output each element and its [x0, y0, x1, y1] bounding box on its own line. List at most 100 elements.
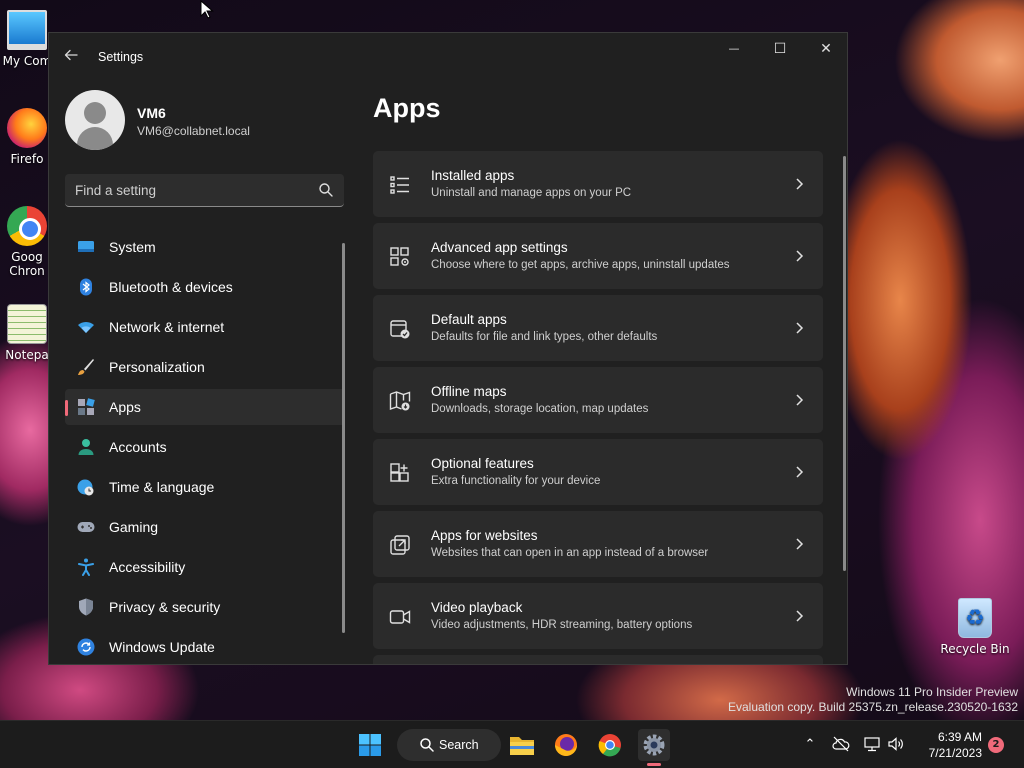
card-advanced-app-settings[interactable]: Advanced app settings Choose where to ge… [373, 223, 823, 289]
taskbar-clock[interactable]: 6:39 AM 7/21/2023 [918, 729, 982, 761]
show-hidden-icons-chevron-up-icon[interactable]: ⌃ [800, 735, 820, 755]
apps-gear-icon [390, 247, 409, 266]
brush-icon [78, 359, 94, 375]
card-description: Video adjustments, HDR streaming, batter… [431, 619, 693, 631]
sidebar-item-label: Time & language [109, 479, 215, 495]
search-icon[interactable] [318, 182, 334, 198]
card-default-apps[interactable]: Default apps Defaults for file and link … [373, 295, 823, 361]
video-icon [389, 610, 411, 624]
sidebar-item-gaming[interactable]: Gaming [65, 509, 345, 545]
watermark-line1: Windows 11 Pro Insider Preview [846, 685, 1018, 699]
clock-time: 6:39 AM [937, 730, 982, 744]
card-video-playback[interactable]: Video playback Video adjustments, HDR st… [373, 583, 823, 649]
page-title: Apps [373, 93, 441, 123]
card-title: Offline maps [431, 384, 507, 399]
sidebar-item-label: Privacy & security [109, 599, 221, 615]
taskbar: Search ⌃ 6:39 AM 7/21/2023 2 [0, 720, 1024, 768]
recycle-bin-icon: ♻ [958, 598, 992, 638]
sidebar-item-label: Apps [109, 399, 141, 415]
title-bar[interactable]: Settings — ☐ ✕ [49, 33, 847, 81]
folder-icon [510, 737, 534, 755]
card-optional-features[interactable]: Optional features Extra functionality fo… [373, 439, 823, 505]
chevron-right-icon [796, 178, 804, 190]
clock-date: 7/21/2023 [928, 746, 982, 760]
update-icon [77, 638, 95, 656]
firefox-icon [7, 108, 47, 148]
chevron-right-icon [796, 466, 804, 478]
sidebar-scrollbar[interactable] [342, 243, 345, 633]
search-input[interactable] [75, 180, 305, 200]
taskbar-settings[interactable] [638, 729, 670, 766]
firefox-icon [555, 734, 577, 756]
sidebar-item-label: Windows Update [109, 639, 215, 655]
minimize-button[interactable]: — [711, 33, 757, 65]
windows-start-icon[interactable] [358, 733, 382, 757]
list-icon [390, 176, 409, 194]
map-icon [389, 391, 411, 411]
back-button[interactable] [61, 47, 81, 67]
card-description: Websites that can open in an app instead… [431, 547, 709, 559]
card-title: Installed apps [431, 168, 515, 183]
notification-badge[interactable]: 2 [988, 737, 1004, 753]
avatar[interactable] [65, 90, 125, 150]
taskbar-search-button[interactable]: Search [397, 729, 501, 761]
chrome-icon [7, 206, 47, 246]
card-title: Video playback [431, 600, 523, 615]
settings-card-list: Installed apps Uninstall and manage apps… [373, 151, 823, 664]
sidebar-item-personalization[interactable]: Personalization [65, 349, 345, 385]
accessibility-icon [78, 558, 94, 576]
watermark-line2: Evaluation copy. Build 25375.zn_release.… [728, 700, 1018, 714]
wifi-icon [78, 321, 94, 333]
volume-icon[interactable] [886, 735, 906, 755]
desktop-icon-recycle-bin[interactable]: ♻ Recycle Bin [940, 598, 1010, 656]
search-box[interactable] [65, 174, 344, 207]
chevron-right-icon [796, 394, 804, 406]
default-apps-icon [390, 320, 410, 339]
chrome-icon [598, 734, 621, 757]
card-partial[interactable] [373, 655, 823, 664]
sidebar-item-privacy-security[interactable]: Privacy & security [65, 589, 345, 625]
sidebar-item-accounts[interactable]: Accounts [65, 429, 345, 465]
windows-watermark: Windows 11 Pro Insider Preview Evaluatio… [728, 685, 1018, 715]
sidebar-item-bluetooth[interactable]: Bluetooth & devices [65, 269, 345, 305]
sidebar-item-label: Accessibility [109, 559, 186, 575]
chevron-right-icon [796, 322, 804, 334]
sidebar-nav: System Bluetooth & devices Network & int… [65, 229, 345, 664]
sidebar-item-label: Gaming [109, 519, 159, 535]
sidebar-item-system[interactable]: System [65, 229, 345, 265]
arrow-left-icon [64, 49, 78, 61]
open-external-icon [390, 535, 410, 555]
taskbar-file-explorer[interactable] [506, 729, 538, 761]
card-title: Apps for websites [431, 528, 538, 543]
speaker-icon [888, 737, 903, 751]
network-icon[interactable] [862, 735, 882, 755]
close-button[interactable]: ✕ [803, 33, 847, 65]
sidebar-item-accessibility[interactable]: Accessibility [65, 549, 345, 585]
card-description: Defaults for file and link types, other … [431, 331, 658, 343]
add-grid-icon [390, 463, 409, 482]
sidebar-item-time-language[interactable]: Time & language [65, 469, 345, 505]
sidebar-item-label: Network & internet [109, 319, 225, 335]
bluetooth-icon [80, 278, 92, 296]
sidebar-item-label: Accounts [109, 439, 167, 455]
clock-globe-icon [77, 479, 94, 496]
card-description: Uninstall and manage apps on your PC [431, 187, 632, 199]
card-title: Optional features [431, 456, 534, 471]
sidebar-item-network[interactable]: Network & internet [65, 309, 345, 345]
onedrive-cloud-icon[interactable] [831, 735, 851, 755]
apps-icon [78, 398, 95, 415]
card-apps-for-websites[interactable]: Apps for websites Websites that can open… [373, 511, 823, 577]
card-description: Downloads, storage location, map updates [431, 403, 649, 415]
chevron-right-icon [796, 538, 804, 550]
sidebar-item-windows-update[interactable]: Windows Update [65, 629, 345, 664]
card-installed-apps[interactable]: Installed apps Uninstall and manage apps… [373, 151, 823, 217]
maximize-button[interactable]: ☐ [757, 33, 803, 65]
taskbar-firefox[interactable] [550, 729, 582, 761]
sidebar-item-label: System [109, 239, 156, 255]
user-name: VM6 [137, 105, 166, 121]
sidebar-item-label: Bluetooth & devices [109, 279, 233, 295]
taskbar-chrome[interactable] [594, 729, 626, 761]
content-scrollbar[interactable] [843, 156, 846, 571]
sidebar-item-apps[interactable]: Apps [65, 389, 345, 425]
card-offline-maps[interactable]: Offline maps Downloads, storage location… [373, 367, 823, 433]
